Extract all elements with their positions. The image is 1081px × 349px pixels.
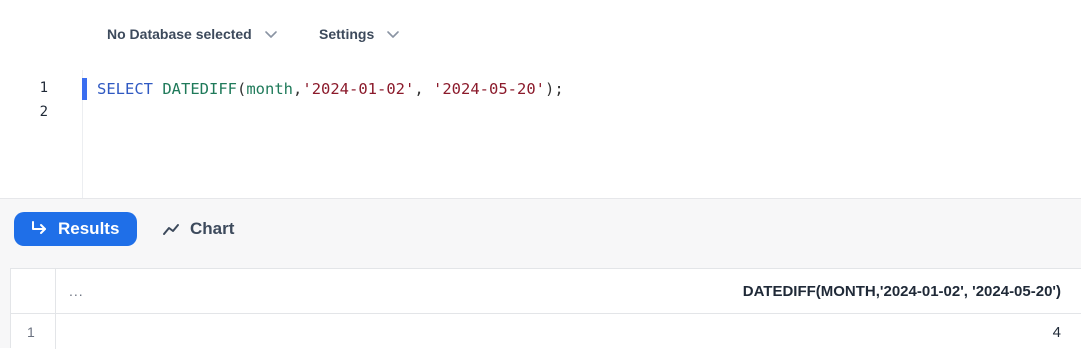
sql-string: '2024-01-02' <box>302 80 415 98</box>
code-line[interactable]: SELECT DATEDIFF(month,'2024-01-02', '202… <box>97 78 564 100</box>
chevron-down-icon <box>387 31 400 38</box>
sql-string: '2024-05-20' <box>433 80 545 98</box>
column-header[interactable]: DATEDIFF(MONTH,'2024-01-02', '2024-05-20… <box>743 283 1061 300</box>
sql-punctuation: ); <box>545 80 564 98</box>
database-selector-label: No Database selected <box>107 26 252 42</box>
settings-dropdown-label: Settings <box>319 26 375 42</box>
results-tab-button[interactable]: Results <box>14 212 137 246</box>
line-number: 1 <box>39 80 48 96</box>
sql-editor[interactable]: 1 2 SELECT DATEDIFF(month,'2024-01-02', … <box>0 70 1081 198</box>
results-grid-area: ... DATEDIFF(MONTH,'2024-01-02', '2024-0… <box>0 258 1081 349</box>
chevron-down-icon <box>264 31 277 38</box>
settings-dropdown[interactable]: Settings <box>319 26 400 42</box>
row-index: 1 <box>27 324 35 340</box>
line-number: 2 <box>39 104 48 120</box>
column-menu-icon[interactable]: ... <box>69 283 84 299</box>
results-tab-bar: Results Chart <box>0 198 1081 258</box>
sql-punctuation: , <box>414 80 434 98</box>
sql-punctuation: ( <box>237 80 247 98</box>
active-line-indicator <box>82 78 87 100</box>
chart-tab-button[interactable]: Chart <box>162 212 234 246</box>
table-header-row: ... DATEDIFF(MONTH,'2024-01-02', '2024-0… <box>11 269 1081 314</box>
results-table: ... DATEDIFF(MONTH,'2024-01-02', '2024-0… <box>10 268 1081 349</box>
chart-tab-label: Chart <box>190 219 235 238</box>
sql-punctuation: , <box>293 80 303 98</box>
line-chart-icon <box>163 224 179 235</box>
database-selector[interactable]: No Database selected <box>107 26 278 42</box>
table-cell[interactable]: 4 <box>1053 324 1061 341</box>
sql-identifier: month <box>246 80 294 98</box>
sql-function: DATEDIFF <box>162 80 237 98</box>
editor-toolbar: No Database selected Settings <box>0 0 1081 70</box>
sql-keyword: SELECT <box>97 80 153 98</box>
return-arrow-icon <box>32 221 46 234</box>
results-tab-label: Results <box>58 219 120 238</box>
